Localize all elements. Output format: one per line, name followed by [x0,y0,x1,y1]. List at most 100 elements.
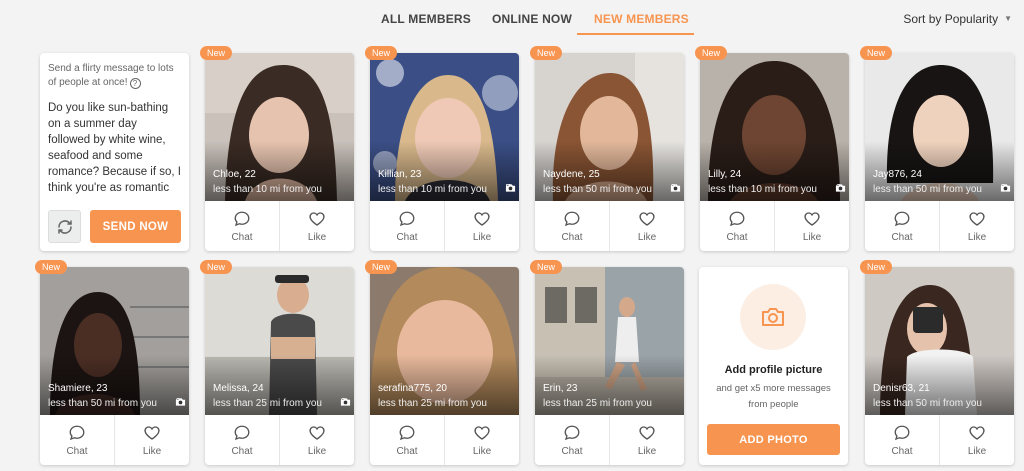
promo-hint-text: Send a flirty message to lots of people … [48,63,174,88]
like-label: Like [142,445,162,457]
member-age: , 24 [246,383,264,394]
member-photo[interactable]: Lilly, 24 less than 10 mi from you 6 [700,53,849,201]
member-distance: less than 10 mi from you [213,184,322,195]
like-button[interactable]: Like [444,201,519,251]
like-button[interactable]: Like [114,415,189,465]
member-name: Lilly [708,169,725,180]
like-label: Like [307,445,327,457]
chat-label: Chat [231,445,253,457]
heart-icon [969,211,985,226]
chat-label: Chat [726,231,748,243]
chat-bubble-icon [894,211,910,226]
member-name: Melissa [213,383,247,394]
new-badge: New [200,46,233,60]
new-badge: New [530,260,563,274]
chat-button[interactable]: Chat [535,201,609,251]
like-label: Like [802,231,822,243]
send-now-button[interactable]: SEND NOW [90,210,181,243]
heart-icon [144,425,160,440]
chat-button[interactable]: Chat [40,415,114,465]
chat-button[interactable]: Chat [370,201,444,251]
member-age: , 21 [913,383,930,394]
member-photo[interactable]: Chloe, 22 less than 10 mi from you [205,53,354,201]
member-photo[interactable]: Naydene, 25 less than 50 mi from you 3 [535,53,684,201]
add-photo-button[interactable]: ADD PHOTO [707,424,840,455]
member-name: Denisr63 [873,383,914,394]
chat-bubble-icon [69,425,85,440]
member-photo[interactable]: Killian, 23 less than 10 mi from you 5 [370,53,519,201]
chat-label: Chat [396,231,418,243]
add-photo-subtitle: and get x5 more messages from people [716,383,831,410]
member-name: Jay876 [873,169,906,180]
chat-bubble-icon [564,425,580,440]
chat-bubble-icon [894,425,910,440]
member-photo[interactable]: Erin, 23 less than 25 mi from you [535,267,684,415]
like-button[interactable]: Like [444,415,519,465]
chat-bubble-icon [564,211,580,226]
member-card: New Naydene, 25 less than 50 mi from you … [530,46,684,251]
chat-label: Chat [891,231,913,243]
refresh-message-button[interactable] [48,210,81,243]
member-age: , 23 [560,383,578,394]
like-button[interactable]: Like [609,201,684,251]
like-button[interactable]: Like [609,415,684,465]
chat-button[interactable]: Chat [535,415,609,465]
member-distance: less than 25 mi from you [213,398,322,409]
member-name: Erin [543,383,561,394]
chat-bubble-icon [234,211,250,226]
like-button[interactable]: Like [279,415,354,465]
member-photo[interactable]: serafina775, 20 less than 25 mi from you [370,267,519,415]
chat-label: Chat [561,445,583,457]
member-photo[interactable]: Denisr63, 21 less than 50 mi from you [865,267,1014,415]
tab-online-now[interactable]: ONLINE NOW [492,12,572,26]
member-age: , 23 [90,383,108,394]
sort-label: Sort by Popularity [903,12,999,26]
like-button[interactable]: Like [774,201,849,251]
new-badge: New [530,46,563,60]
new-badge: New [695,46,728,60]
new-badge: New [35,260,68,274]
like-button[interactable]: Like [939,415,1014,465]
photo-count: 6 [835,183,846,194]
member-card: New serafina775, 20 less than 25 mi from … [365,260,519,465]
member-photo[interactable]: Shamiere, 23 less than 50 mi from you 2 [40,267,189,415]
chat-button[interactable]: Chat [370,415,444,465]
member-card: New Shamiere, 23 less than 50 mi from you… [35,260,189,465]
like-button[interactable]: Like [939,201,1014,251]
member-card: New Chloe, 22 less than 10 mi from you Ch… [200,46,354,251]
heart-icon [804,211,820,226]
heart-icon [309,211,325,226]
add-profile-picture-card: Add profile picture and get x5 more mess… [699,267,848,465]
sort-dropdown[interactable]: Sort by Popularity ▼ [903,12,1012,26]
tab-new-members[interactable]: NEW MEMBERS [594,12,689,26]
member-distance: less than 10 mi from you [708,184,817,195]
heart-icon [969,425,985,440]
add-photo-title: Add profile picture [724,364,823,376]
chat-button[interactable]: Chat [865,415,939,465]
camera-icon [341,398,351,406]
member-filter-tabs: ALL MEMBERS ONLINE NOW NEW MEMBERS Sort … [0,0,1024,38]
member-name: Shamiere [48,383,91,394]
photo-count: 3 [670,183,681,194]
like-label: Like [967,231,987,243]
like-label: Like [472,231,492,243]
chat-bubble-icon [729,211,745,226]
chat-label: Chat [561,231,583,243]
tab-all-members[interactable]: ALL MEMBERS [381,12,471,26]
member-distance: less than 50 mi from you [873,398,982,409]
help-icon[interactable]: ? [129,78,141,89]
heart-icon [639,425,655,440]
member-photo[interactable]: Jay876, 24 less than 50 mi from you 3 [865,53,1014,201]
member-distance: less than 50 mi from you [873,184,982,195]
member-photo[interactable]: Melissa, 24 less than 25 mi from you 2 [205,267,354,415]
chat-label: Chat [396,445,418,457]
chat-button[interactable]: Chat [700,201,774,251]
camera-icon [176,398,186,406]
chat-button[interactable]: Chat [205,415,279,465]
member-age: , 24 [724,169,742,180]
chat-button[interactable]: Chat [865,201,939,251]
chat-bubble-icon [399,211,415,226]
chat-button[interactable]: Chat [205,201,279,251]
camera-placeholder[interactable] [740,284,806,350]
like-button[interactable]: Like [279,201,354,251]
